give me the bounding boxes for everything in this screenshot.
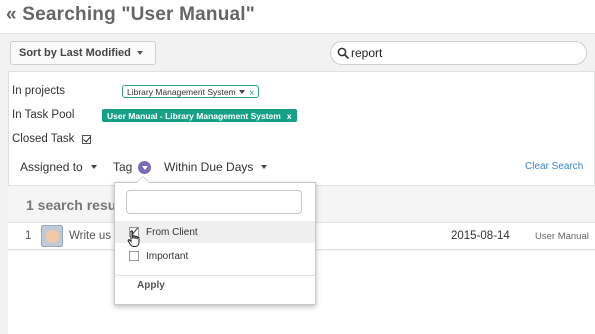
filter-taskpool-row: In Task Pool bbox=[12, 109, 74, 121]
project-tag[interactable]: Library Management System x bbox=[122, 85, 259, 98]
tag-filter[interactable]: Tag bbox=[113, 160, 152, 174]
hand-cursor-icon bbox=[127, 230, 140, 247]
filter-closed-row: Closed Task bbox=[12, 133, 92, 145]
closed-task-checkbox[interactable] bbox=[82, 134, 92, 144]
row-number: 1 bbox=[25, 230, 32, 242]
search-box[interactable] bbox=[330, 41, 587, 65]
due-days-label: Within Due Days bbox=[164, 160, 254, 174]
results-count: 1 search resu bbox=[26, 197, 117, 213]
chevron-down-icon bbox=[90, 165, 97, 169]
chevron-down-icon bbox=[238, 89, 245, 94]
apply-button[interactable]: Apply bbox=[137, 280, 165, 291]
tag-filter-label: Tag bbox=[113, 160, 133, 174]
task-pool[interactable]: User Manual bbox=[535, 231, 589, 242]
search-input[interactable] bbox=[351, 46, 571, 60]
tag-option-from-client[interactable]: From Client bbox=[115, 221, 315, 243]
due-days-filter[interactable]: Within Due Days bbox=[164, 160, 268, 174]
tag-dropdown: From Client Important Apply bbox=[114, 176, 316, 305]
tag-checkbox[interactable] bbox=[129, 251, 139, 261]
taskpool-tag-label: User Manual - Library Management System bbox=[107, 110, 281, 121]
task-date: 2015-08-14 bbox=[451, 230, 510, 242]
assigned-to-label: Assigned to bbox=[20, 160, 83, 174]
tag-option-label: Important bbox=[146, 250, 189, 262]
divider bbox=[115, 275, 315, 276]
task-title[interactable]: Write us bbox=[69, 230, 111, 242]
sort-dropdown-button[interactable]: Sort by Last Modified bbox=[10, 41, 156, 65]
tag-option-important[interactable]: Important bbox=[115, 245, 315, 267]
avatar bbox=[41, 225, 63, 247]
filter-projects-row: In projects bbox=[12, 85, 65, 97]
sort-label: Sort by Last Modified bbox=[19, 47, 131, 59]
page-title: « Searching "User Manual" bbox=[6, 4, 255, 25]
chevron-down-circle-icon bbox=[138, 160, 152, 174]
remove-project-tag-button[interactable]: x bbox=[250, 87, 254, 97]
project-tag-label: Library Management System bbox=[127, 86, 236, 97]
projects-label: In projects bbox=[12, 85, 66, 97]
chevron-down-icon bbox=[261, 165, 268, 169]
search-icon bbox=[337, 47, 349, 59]
remove-taskpool-tag-button[interactable]: x bbox=[287, 111, 292, 121]
clear-search-link[interactable]: Clear Search bbox=[525, 161, 583, 172]
tag-search-input[interactable] bbox=[126, 190, 302, 214]
closed-task-label: Closed Task bbox=[12, 133, 75, 145]
taskpool-tag[interactable]: User Manual - Library Management System … bbox=[102, 109, 297, 122]
assigned-to-filter[interactable]: Assigned to bbox=[20, 160, 97, 174]
chevron-down-icon bbox=[136, 51, 143, 55]
tag-option-label: From Client bbox=[146, 226, 198, 238]
taskpool-label: In Task Pool bbox=[12, 109, 75, 121]
